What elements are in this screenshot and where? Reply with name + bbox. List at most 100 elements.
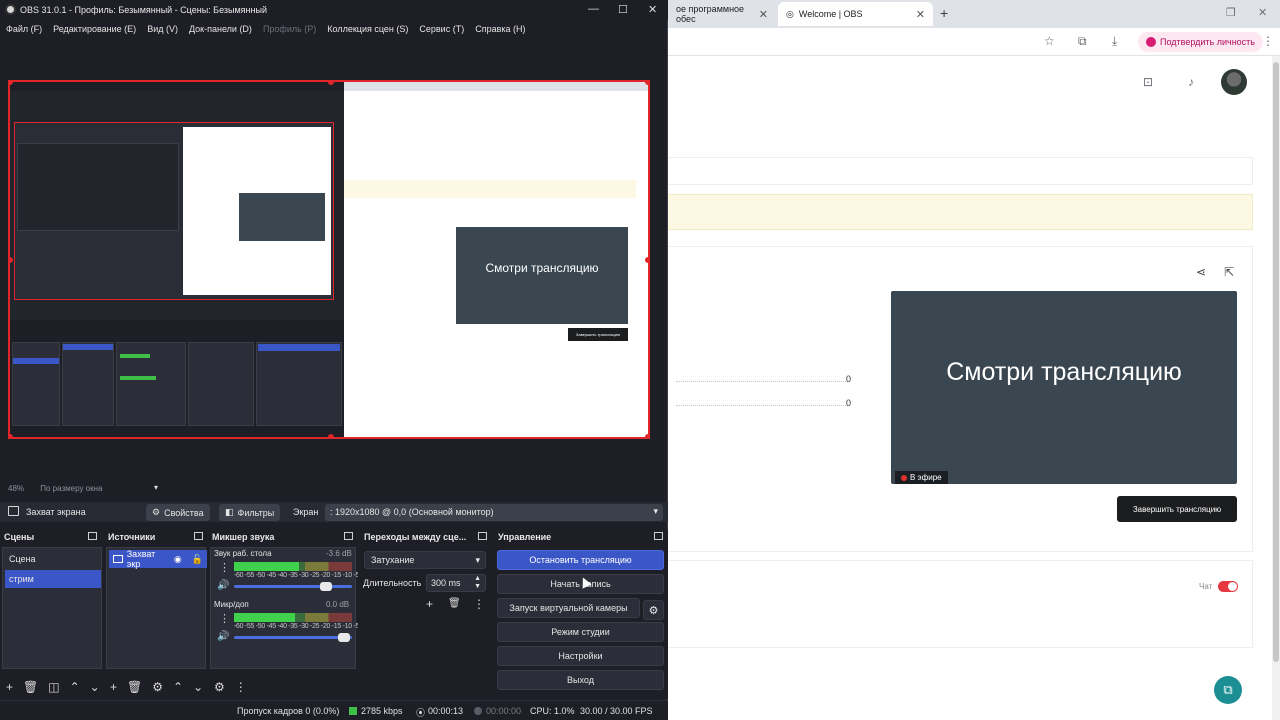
filters-button[interactable]: ◧ Фильтры [219,504,281,521]
scene-item[interactable]: Сцена [5,550,101,568]
studio-mode-button[interactable]: Режим студии [497,622,664,642]
menu-file[interactable]: Файл (F) [6,24,42,34]
bell-icon[interactable]: ♪ [1179,70,1203,94]
profile-button[interactable]: Подтвердить личность [1138,32,1263,52]
maximize-icon[interactable]: ☐ [618,3,628,16]
chevron-up-icon[interactable]: ⌃ [173,680,183,694]
resize-handle[interactable] [645,82,648,85]
add-icon[interactable]: + [426,597,433,611]
trash-icon[interactable]: 🗑 [127,680,142,694]
advanced-audio-icon[interactable]: ⚙ [214,680,225,694]
download-icon[interactable]: ⤓ [1112,34,1117,49]
scrollbar-thumb[interactable] [1273,62,1279,662]
eye-icon[interactable]: ◉ [174,554,182,565]
menu-scene-collection[interactable]: Коллекция сцен (S) [327,24,408,34]
end-stream-button[interactable]: Завершить трансляцию [1117,496,1237,522]
exit-button[interactable]: Выход [497,670,664,690]
trash-icon[interactable]: 🗑 [448,598,461,609]
menu-dots-icon[interactable]: ⋮ [219,561,230,574]
close-icon[interactable]: ✕ [648,3,657,16]
virtual-camera-settings-icon[interactable]: ⚙ [643,600,664,620]
close-tab-icon[interactable]: ✕ [759,8,768,21]
chevron-down-icon[interactable]: ⌄ [90,680,100,694]
menu-tools[interactable]: Сервис (T) [419,24,464,34]
resize-handle[interactable] [645,257,648,263]
share-icon[interactable]: ⋖ [1196,265,1206,279]
nested-scenes [12,342,60,426]
menu-view[interactable]: Вид (V) [147,24,178,34]
undock-icon[interactable] [344,532,353,540]
add-icon[interactable]: + [110,680,117,694]
menu-help[interactable]: Справка (H) [475,24,525,34]
trash-icon[interactable]: 🗑 [23,680,38,694]
chevron-up-icon[interactable]: ⌃ [70,680,80,694]
stream-time: 00:00:13 [428,706,464,716]
spinner-icon[interactable]: ▲ ▼ [474,575,481,591]
duration-spinbox[interactable]: 300 ms ▲ ▼ [426,574,486,592]
monitor-select[interactable]: : 1920x1080 @ 0,0 (Основной монитор) ▾ [325,504,663,521]
extensions-icon[interactable]: ⧉ [1078,34,1087,49]
transition-select[interactable]: Затухание ▾ [364,551,486,569]
minimize-icon[interactable]: — [588,3,599,15]
stat-value: 0 [846,398,852,408]
new-tab-icon[interactable]: + [940,5,948,21]
nested-stop-button [258,344,340,351]
menu-dots-icon[interactable]: ⋮ [235,680,247,694]
restore-icon[interactable]: ❐ [1226,6,1236,19]
settings-button[interactable]: Настройки [497,646,664,666]
menu-profile[interactable]: Профиль (P) [263,24,316,34]
start-virtual-camera-button[interactable]: Запуск виртуальной камеры [497,598,640,618]
menu-docks[interactable]: Док-панели (D) [189,24,252,34]
speaker-icon[interactable]: 🔊 [217,631,229,642]
gear-icon[interactable]: ⚙ [152,680,163,694]
monitor-icon [8,506,19,516]
resize-handle[interactable] [328,434,334,437]
speaker-icon[interactable]: 🔊 [217,580,229,591]
close-tab-icon[interactable]: ✕ [916,8,925,21]
menu-dots-icon[interactable]: ⋮ [1262,34,1274,48]
chevron-down-icon[interactable]: ▾ [154,483,158,492]
external-link-icon[interactable]: ⇱ [1224,265,1234,279]
menu-dots-icon[interactable]: ⋮ [219,612,230,625]
volume-slider[interactable] [234,582,352,591]
source-item[interactable]: Захват экр ◉ 🔓 [109,549,207,569]
preview-nested-obs [10,82,344,437]
audio-meter [234,562,352,571]
avatar[interactable] [1221,69,1247,95]
resize-handle[interactable] [10,434,13,437]
support-chat-icon[interactable]: ⧉ [1214,676,1242,704]
sources-title: Источники [108,532,156,542]
preview-zoom[interactable]: 48% По размеру окна ▾ [8,483,158,493]
undock-icon[interactable] [88,532,97,540]
resize-handle[interactable] [645,434,648,437]
star-icon[interactable]: ☆ [1044,34,1055,48]
undock-icon[interactable] [654,532,663,540]
browser-tab-0[interactable]: ое программное обес ✕ [668,2,776,26]
scene-item-selected[interactable]: стрим [5,570,101,588]
menu-edit[interactable]: Редактирование (E) [53,24,136,34]
stream-video-preview[interactable]: Смотри трансляцию В эфире [891,291,1237,484]
filter-icon[interactable]: ◫ [48,680,59,694]
undock-icon[interactable] [478,532,487,540]
preview-canvas[interactable]: Смотри трансляцию Завершить трансляцию [8,80,650,439]
add-icon[interactable]: + [6,680,13,694]
stat-line [676,405,848,406]
nav-card [668,157,1253,185]
chevron-down-icon: ▾ [653,506,658,516]
panel-icon[interactable]: ⊡ [1136,70,1160,94]
volume-slider[interactable] [234,633,352,642]
filters-label: Фильтры [237,507,275,518]
volume-knob[interactable] [337,633,350,642]
page-scrollbar[interactable] [1272,56,1280,720]
menu-dots-icon[interactable]: ⋮ [473,597,485,611]
chat-toggle[interactable] [1218,581,1238,592]
stop-streaming-button[interactable]: Остановить трансляцию [497,550,664,570]
browser-tab-1[interactable]: ◎ Welcome | OBS ✕ [778,2,933,26]
undock-icon[interactable] [194,532,203,540]
chevron-down-icon[interactable]: ⌄ [193,680,203,694]
mixer-channel-db: 0.0 dB [326,600,350,609]
properties-button[interactable]: ⚙ Свойства [146,504,210,521]
lock-icon[interactable]: 🔓 [192,554,203,565]
close-window-icon[interactable]: ✕ [1258,6,1267,19]
volume-knob[interactable] [320,582,333,591]
